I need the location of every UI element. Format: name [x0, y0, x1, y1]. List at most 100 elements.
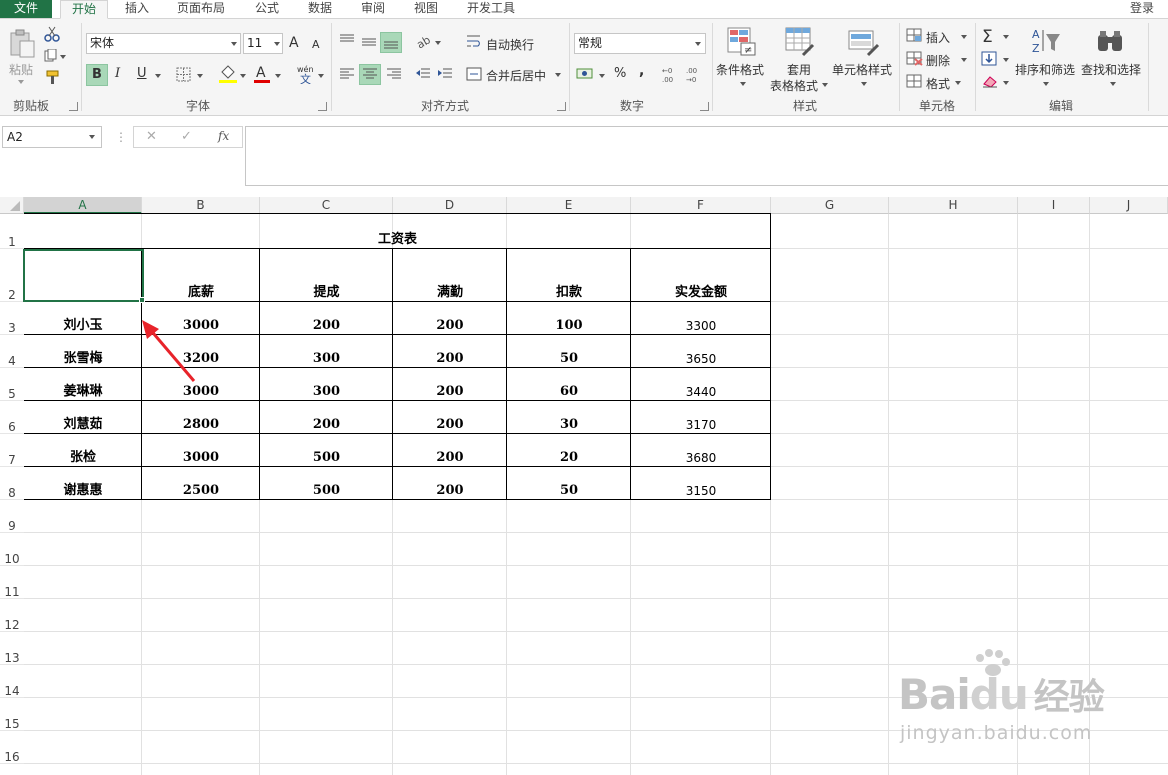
chevron-down-icon[interactable] — [197, 74, 203, 78]
wrap-text-icon[interactable] — [466, 33, 482, 49]
column-header-g[interactable]: G — [771, 197, 889, 214]
italic-button[interactable]: I — [115, 66, 120, 81]
chevron-down-icon[interactable] — [318, 74, 324, 78]
sheet-title[interactable]: 工资表 — [24, 214, 771, 249]
conditional-formatting-button[interactable]: 条件格式 — [716, 61, 764, 78]
table-cell[interactable]: 200 — [393, 335, 507, 368]
row-header-8[interactable]: 8 — [0, 467, 24, 500]
tab-home[interactable]: 开始 — [60, 0, 108, 19]
table-cell[interactable]: 谢惠惠 — [24, 467, 142, 500]
tab-insert[interactable]: 插入 — [118, 0, 156, 19]
number-launcher-icon[interactable] — [700, 102, 709, 111]
phonetic-icon[interactable]: wén文 — [296, 64, 316, 84]
table-cell[interactable]: 张检 — [24, 434, 142, 467]
column-header-d[interactable]: D — [393, 197, 507, 214]
table-cell[interactable]: 姜琳琳 — [24, 368, 142, 401]
align-center-button[interactable] — [359, 64, 381, 85]
font-launcher-icon[interactable] — [318, 102, 327, 111]
insert-function-button[interactable]: fx — [218, 129, 229, 143]
alignment-launcher-icon[interactable] — [557, 102, 566, 111]
decrease-decimal-icon[interactable]: .00→0 — [686, 66, 704, 84]
increase-indent-icon[interactable] — [437, 67, 453, 81]
merge-center-button[interactable]: 合并后居中 — [486, 67, 546, 84]
shrink-font-button[interactable]: A — [312, 38, 320, 51]
chevron-down-icon[interactable] — [240, 74, 246, 78]
table-cell[interactable]: 60 — [507, 368, 631, 401]
table-cell[interactable]: 50 — [507, 467, 631, 500]
column-header-e[interactable]: E — [507, 197, 631, 214]
column-header-j[interactable]: J — [1090, 197, 1168, 214]
formula-input[interactable] — [245, 126, 1168, 186]
chevron-down-icon[interactable] — [1110, 82, 1116, 86]
table-cell[interactable]: 3300 — [631, 302, 771, 335]
login-link[interactable]: 登录 — [1122, 0, 1162, 19]
table-cell[interactable]: 200 — [393, 401, 507, 434]
tab-review[interactable]: 审阅 — [354, 0, 392, 19]
table-cell[interactable]: 2500 — [142, 467, 260, 500]
table-cell[interactable]: 200 — [393, 434, 507, 467]
row-header-2[interactable]: 2 — [0, 249, 24, 302]
table-cell[interactable]: 500 — [260, 434, 393, 467]
table-cell[interactable]: 3680 — [631, 434, 771, 467]
tab-data[interactable]: 数据 — [301, 0, 339, 19]
row-header-6[interactable]: 6 — [0, 401, 24, 434]
row-header-10[interactable]: 10 — [0, 533, 24, 566]
table-cell[interactable]: 200 — [260, 401, 393, 434]
table-cell[interactable]: 100 — [507, 302, 631, 335]
chevron-down-icon[interactable] — [961, 35, 967, 39]
paste-label[interactable]: 粘贴 — [9, 61, 33, 78]
table-cell[interactable]: 2800 — [142, 401, 260, 434]
chevron-down-icon[interactable] — [740, 82, 746, 86]
percent-button[interactable]: % — [614, 66, 626, 81]
format-cells-icon[interactable] — [906, 74, 924, 90]
column-header-f[interactable]: F — [631, 197, 771, 214]
row-header-3[interactable]: 3 — [0, 302, 24, 335]
table-cell[interactable]: 刘小玉 — [24, 302, 142, 335]
column-header-i[interactable]: I — [1018, 197, 1090, 214]
cancel-button[interactable]: ✕ — [146, 129, 157, 144]
chevron-down-icon[interactable] — [1043, 82, 1049, 86]
sort-filter-button[interactable]: 排序和筛选 — [1015, 61, 1075, 78]
format-as-table-icon[interactable] — [785, 27, 815, 57]
header-cell[interactable]: 扣款 — [507, 249, 631, 302]
bold-button[interactable]: B — [86, 64, 108, 86]
row-header-15[interactable]: 15 — [0, 698, 24, 731]
table-cell[interactable]: 3000 — [142, 434, 260, 467]
insert-cells-button[interactable]: 插入 — [926, 29, 950, 46]
tab-developer[interactable]: 开发工具 — [460, 0, 522, 19]
font-name-select[interactable]: 宋体 — [86, 33, 241, 54]
conditional-formatting-icon[interactable]: ≠ — [727, 27, 757, 57]
autosum-icon[interactable]: Σ — [981, 27, 999, 45]
table-cell[interactable]: 200 — [393, 368, 507, 401]
paste-dropdown-icon[interactable] — [18, 80, 24, 84]
row-header-11[interactable]: 11 — [0, 566, 24, 599]
fill-icon[interactable] — [981, 51, 999, 67]
accounting-format-icon[interactable] — [576, 67, 594, 81]
fill-handle[interactable] — [139, 297, 145, 303]
row-header-1[interactable]: 1 — [0, 214, 24, 249]
format-painter-icon[interactable] — [44, 70, 60, 86]
chevron-down-icon[interactable] — [599, 74, 605, 78]
align-middle-icon[interactable] — [361, 35, 377, 49]
chevron-down-icon[interactable] — [1003, 35, 1009, 39]
increase-decimal-icon[interactable]: ←0.00 — [662, 66, 680, 84]
orientation-icon[interactable]: ab — [415, 33, 433, 49]
table-cell[interactable]: 500 — [260, 467, 393, 500]
table-cell[interactable]: 200 — [260, 302, 393, 335]
comma-button[interactable]: , — [639, 63, 644, 79]
chevron-down-icon[interactable] — [955, 81, 961, 85]
header-cell[interactable]: 提成 — [260, 249, 393, 302]
table-cell[interactable]: 30 — [507, 401, 631, 434]
clear-icon[interactable] — [981, 73, 999, 89]
cell-styles-icon[interactable] — [848, 27, 880, 57]
name-box[interactable]: A2 — [2, 126, 102, 148]
enter-button[interactable]: ✓ — [181, 129, 192, 144]
chevron-down-icon[interactable] — [275, 74, 281, 78]
chevron-down-icon[interactable] — [555, 73, 561, 77]
format-cells-button[interactable]: 格式 — [926, 75, 950, 92]
decrease-indent-icon[interactable] — [415, 67, 431, 81]
align-left-icon[interactable] — [339, 67, 355, 81]
align-right-icon[interactable] — [386, 67, 402, 81]
align-bottom-button[interactable] — [380, 32, 402, 53]
border-icon[interactable] — [176, 67, 192, 83]
